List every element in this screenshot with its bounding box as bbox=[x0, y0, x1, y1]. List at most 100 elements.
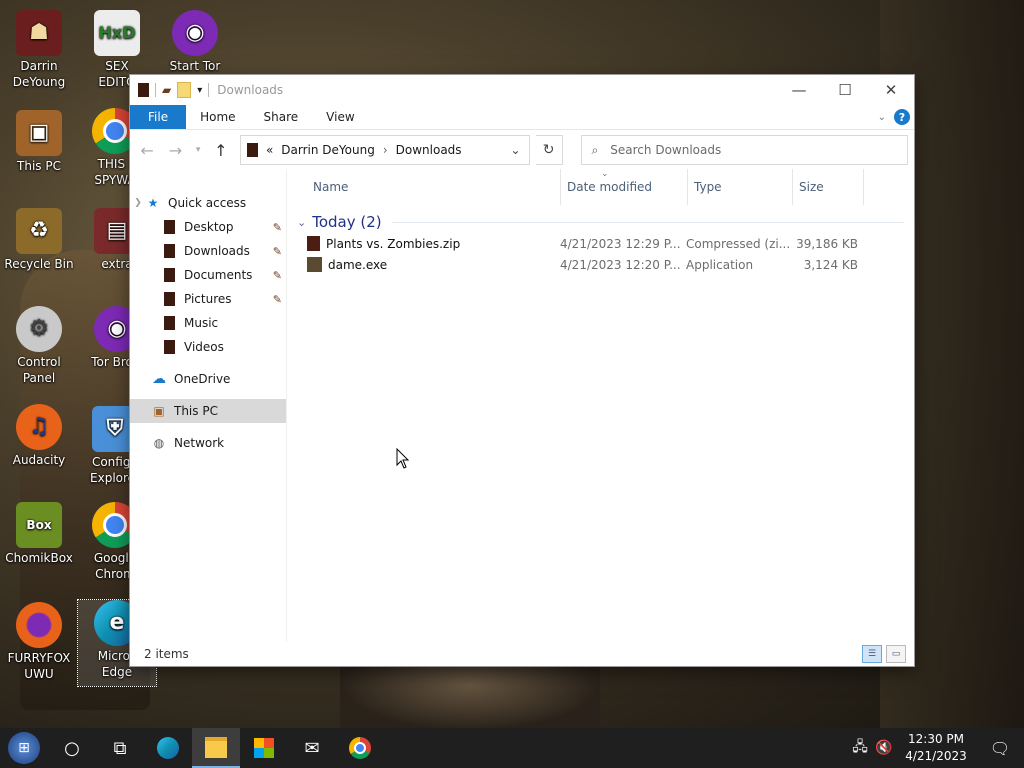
mouse-cursor-icon bbox=[396, 448, 410, 469]
maximize-button[interactable]: ☐ bbox=[822, 75, 868, 105]
search-input[interactable] bbox=[608, 142, 907, 158]
nav-quick-access[interactable]: ❯ ★ Quick access bbox=[130, 191, 286, 215]
pin-icon[interactable]: ✎ bbox=[273, 221, 282, 234]
cortana-button[interactable]: ○ bbox=[48, 728, 96, 768]
desktop-icon-start-tor[interactable]: ◉ Start Tor bbox=[156, 10, 234, 74]
properties-icon[interactable]: ▰ bbox=[162, 83, 171, 97]
taskbar-file-explorer[interactable] bbox=[192, 728, 240, 768]
help-icon[interactable]: ? bbox=[894, 109, 910, 125]
search-icon: ⌕ bbox=[591, 142, 599, 157]
nav-label: OneDrive bbox=[174, 372, 231, 386]
nav-label: Quick access bbox=[168, 196, 247, 210]
volume-muted-icon[interactable]: 🔇 bbox=[872, 740, 896, 756]
forward-button[interactable]: → bbox=[164, 138, 186, 162]
network-status-icon[interactable]: 🖧 bbox=[848, 736, 872, 760]
desktop-icon-chomikbox[interactable]: Box ChomikBox bbox=[0, 502, 78, 566]
item-count: 2 items bbox=[144, 647, 189, 661]
file-type: Application bbox=[686, 257, 754, 272]
search-box[interactable]: ⌕ bbox=[580, 135, 908, 165]
address-dropdown-icon[interactable]: ⌄ bbox=[503, 143, 529, 157]
desktop-icon-label: This PC bbox=[17, 159, 61, 173]
nav-downloads[interactable]: Downloads ✎ bbox=[130, 239, 286, 263]
refresh-button[interactable]: ↻ bbox=[535, 135, 563, 165]
close-button[interactable]: ✕ bbox=[868, 75, 914, 105]
minimize-button[interactable]: — bbox=[776, 75, 822, 105]
table-row[interactable]: dame.exe 4/21/2023 12:20 P... Applicatio… bbox=[287, 254, 914, 275]
recent-locations-icon[interactable]: ▾ bbox=[193, 138, 204, 162]
tab-file[interactable]: File bbox=[130, 105, 187, 129]
up-button[interactable]: ↑ bbox=[210, 138, 232, 162]
nav-this-pc[interactable]: ▣ This PC bbox=[130, 399, 286, 423]
breadcrumb-downloads[interactable]: Downloads bbox=[396, 143, 462, 157]
new-folder-icon[interactable] bbox=[177, 82, 192, 98]
details-view-icon[interactable]: ☰ bbox=[862, 645, 882, 663]
task-view-icon: ⧉ bbox=[113, 737, 127, 759]
tab-share[interactable]: Share bbox=[250, 105, 313, 129]
pin-icon[interactable]: ✎ bbox=[273, 245, 282, 258]
hex-editor-icon: HxD bbox=[94, 10, 140, 56]
large-icons-view-icon[interactable]: ▭ bbox=[886, 645, 906, 663]
group-label: Today (2) bbox=[312, 213, 382, 231]
nav-documents[interactable]: Documents ✎ bbox=[130, 263, 286, 287]
breadcrumb-darrin-deyoung[interactable]: Darrin DeYoung bbox=[281, 143, 375, 157]
nav-pictures[interactable]: Pictures ✎ bbox=[130, 287, 286, 311]
desktop-icon-recycle-bin[interactable]: ♻ Recycle Bin bbox=[0, 208, 78, 272]
tab-home[interactable]: Home bbox=[186, 105, 249, 129]
nav-label: Pictures bbox=[184, 292, 232, 306]
column-date-modified[interactable]: Date modified bbox=[561, 169, 688, 205]
desktop-icon-control-panel[interactable]: ⚙ Control Panel bbox=[0, 306, 78, 386]
taskbar-store[interactable] bbox=[240, 728, 288, 768]
task-view-button[interactable]: ⧉ bbox=[96, 728, 144, 768]
nav-videos[interactable]: Videos bbox=[130, 335, 286, 359]
taskbar-mail[interactable]: ✉ bbox=[288, 728, 336, 768]
window-title: Downloads bbox=[217, 83, 284, 97]
file-date: 4/21/2023 12:29 P... bbox=[560, 236, 681, 251]
desktop-icon-furryfox[interactable]: FURRYFOX UWU bbox=[0, 602, 78, 682]
nav-label: Documents bbox=[184, 268, 253, 282]
recycle-bin-icon: ♻ bbox=[16, 208, 62, 254]
column-size[interactable]: Size bbox=[793, 169, 864, 205]
nav-music[interactable]: Music bbox=[130, 311, 286, 335]
downloads-folder-icon bbox=[162, 244, 176, 258]
chomikbox-icon: Box bbox=[16, 502, 62, 548]
group-header-today[interactable]: ⌄ Today (2) bbox=[287, 211, 914, 233]
collapse-chevron-icon[interactable]: ⌄ bbox=[297, 216, 306, 229]
zip-file-icon bbox=[307, 236, 320, 251]
expand-ribbon-icon[interactable]: ⌄ bbox=[878, 112, 886, 123]
documents-folder-icon bbox=[162, 268, 176, 282]
cloud-icon: ☁ bbox=[152, 371, 166, 387]
column-name[interactable]: Name bbox=[307, 169, 561, 205]
column-type[interactable]: Type bbox=[688, 169, 793, 205]
tab-view[interactable]: View bbox=[312, 105, 368, 129]
nav-desktop[interactable]: Desktop ✎ bbox=[130, 215, 286, 239]
breadcrumb-overflow[interactable]: « bbox=[266, 143, 273, 157]
audacity-icon: ♫ bbox=[16, 404, 62, 450]
clock[interactable]: 12:30 PM 4/21/2023 bbox=[896, 731, 976, 765]
pictures-folder-icon bbox=[162, 292, 176, 306]
desktop-icon-this-pc[interactable]: ▣ This PC bbox=[0, 110, 78, 174]
back-button[interactable]: ← bbox=[136, 138, 158, 162]
file-explorer-window: ▰ ▾ Downloads — ☐ ✕ File Home Share View… bbox=[130, 75, 914, 666]
control-panel-icon: ⚙ bbox=[16, 306, 62, 352]
desktop-icon-darrin-deyoung[interactable]: ☗ Darrin DeYoung bbox=[0, 10, 78, 90]
desktop-icon-audacity[interactable]: ♫ Audacity bbox=[0, 404, 78, 468]
computer-icon: ▣ bbox=[16, 110, 62, 156]
taskbar: ⊞ ○ ⧉ ✉ 🖧 🔇 12:30 PM 4/21/2023 🗨 bbox=[0, 728, 1024, 768]
table-row[interactable]: Plants vs. Zombies.zip 4/21/2023 12:29 P… bbox=[287, 233, 914, 254]
nav-network[interactable]: ◍ Network bbox=[130, 431, 286, 455]
nav-onedrive[interactable]: ☁ OneDrive bbox=[130, 367, 286, 391]
customize-quick-access-icon[interactable]: ▾ bbox=[197, 85, 202, 96]
taskbar-edge[interactable] bbox=[144, 728, 192, 768]
pin-icon[interactable]: ✎ bbox=[273, 293, 282, 306]
desktop-icon-label: ChomikBox bbox=[5, 551, 73, 565]
file-date: 4/21/2023 12:20 P... bbox=[560, 257, 681, 272]
status-bar: 2 items ☰ ▭ bbox=[130, 642, 914, 666]
address-bar[interactable]: « Darrin DeYoung › Downloads ⌄ bbox=[239, 135, 530, 165]
taskbar-chrome[interactable] bbox=[336, 728, 384, 768]
file-list: ⌄ Name Date modified Type Size ⌄ Today (… bbox=[287, 169, 914, 642]
pin-icon[interactable]: ✎ bbox=[273, 269, 282, 282]
music-folder-icon bbox=[162, 316, 176, 330]
expand-chevron-icon[interactable]: ❯ bbox=[130, 198, 146, 208]
start-button[interactable]: ⊞ bbox=[0, 728, 48, 768]
action-center-button[interactable]: 🗨 bbox=[976, 728, 1024, 768]
